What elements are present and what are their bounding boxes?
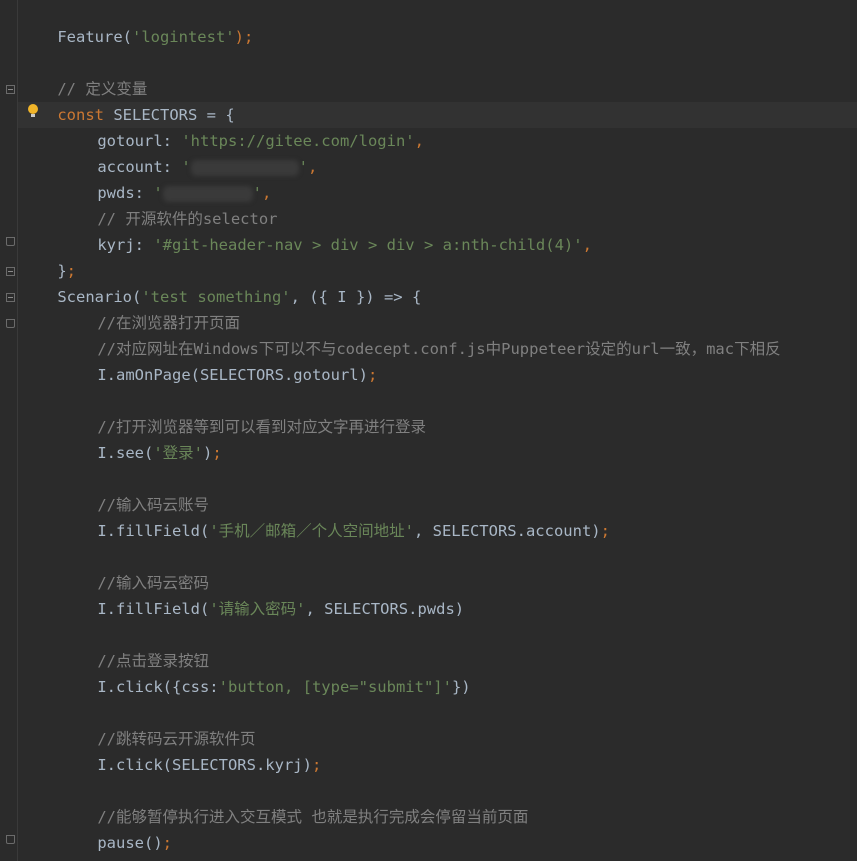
- code-line[interactable]: I.fillField('手机／邮箱／个人空间地址', SELECTORS.ac…: [20, 492, 610, 540]
- code-line[interactable]: //跳转码云开源软件页: [20, 700, 255, 748]
- code-token: ;: [311, 756, 322, 774]
- code-line[interactable]: pwds: ' ',: [20, 154, 271, 202]
- code-line[interactable]: pause();: [20, 804, 172, 852]
- code-token: ): [203, 444, 213, 462]
- code-line[interactable]: //能够暂停执行进入交互模式 也就是执行完成会停留当前页面: [20, 778, 528, 826]
- code-token: I.click(SELECTORS.kyrj): [97, 756, 312, 774]
- string-token: ': [298, 158, 309, 176]
- code-line[interactable]: //打开浏览器等到可以看到对应文字再进行登录: [20, 388, 426, 436]
- code-line[interactable]: account: ' ',: [20, 128, 317, 176]
- string-token: '请输入密码': [209, 600, 306, 618]
- code-editor[interactable]: Feature('logintest'); // 定义变量 const SELE…: [0, 0, 857, 861]
- code-line[interactable]: I.click(SELECTORS.kyrj);: [20, 726, 321, 774]
- code-token: ,: [414, 132, 424, 150]
- string-token: '手机／邮箱／个人空间地址': [209, 522, 414, 540]
- code-token: ;: [212, 444, 222, 462]
- code-line[interactable]: Feature('logintest');: [20, 0, 253, 46]
- code-line[interactable]: Scenario('test something', ({ I }) => {: [20, 258, 421, 306]
- code-token: I.see(: [97, 444, 154, 462]
- code-token: , SELECTORS.account): [413, 522, 601, 540]
- code-line[interactable]: kyrj: '#git-header-nav > div > div > a:n…: [20, 206, 592, 254]
- gutter-divider: [17, 0, 18, 861]
- code-line[interactable]: // 开源软件的selector: [20, 180, 277, 228]
- code-token: ,: [308, 158, 318, 176]
- code-line[interactable]: I.see('登录');: [20, 414, 221, 462]
- code-token: ;: [162, 834, 172, 852]
- code-line[interactable]: };: [20, 232, 76, 280]
- code-line[interactable]: //对应网址在Windows下可以不与codecept.conf.js中Pupp…: [20, 310, 780, 358]
- code-line[interactable]: });: [20, 830, 85, 861]
- fold-end-icon[interactable]: [6, 237, 15, 246]
- fold-end-icon[interactable]: [6, 835, 15, 844]
- string-token: '#git-header-nav > div > div > a:nth-chi…: [153, 236, 583, 254]
- string-token: 'logintest': [131, 28, 235, 46]
- code-line[interactable]: I.fillField('请输入密码', SELECTORS.pwds): [20, 570, 464, 618]
- fold-end-icon[interactable]: [6, 319, 15, 328]
- code-line[interactable]: //在浏览器打开页面: [20, 284, 240, 332]
- gutter[interactable]: [0, 0, 18, 861]
- code-token: ,: [582, 236, 592, 254]
- fold-icon[interactable]: [6, 293, 15, 302]
- code-token: , SELECTORS.pwds): [305, 600, 465, 618]
- fold-icon[interactable]: [6, 85, 15, 94]
- code-token: }): [451, 678, 471, 696]
- code-token: ;: [600, 522, 610, 540]
- property-token: kyrj:: [97, 236, 154, 254]
- code-token: I.fillField(: [97, 600, 210, 618]
- code-line[interactable]: I.click({css:'button, [type="submit"]'}): [20, 648, 470, 696]
- code-token: Feature(: [57, 28, 132, 46]
- code-token: I.click({css:: [97, 678, 219, 696]
- code-token: I.fillField(: [97, 522, 210, 540]
- string-token: 'button, [type="submit"]': [218, 678, 452, 696]
- code-token: ;: [367, 366, 378, 384]
- code-line[interactable]: const SELECTORS = {: [20, 76, 234, 124]
- code-token: pause(): [97, 834, 163, 852]
- code-token: I.amOnPage(SELECTORS.gotourl): [97, 366, 368, 384]
- code-line[interactable]: //点击登录按钮: [20, 622, 209, 670]
- code-line[interactable]: gotourl: 'https://gitee.com/login',: [20, 102, 424, 150]
- fold-icon[interactable]: [6, 267, 15, 276]
- code-line[interactable]: // 定义变量: [20, 50, 147, 98]
- code-token: , ({ I }) => {: [290, 288, 422, 306]
- code-line[interactable]: I.amOnPage(SELECTORS.gotourl);: [20, 336, 377, 384]
- code-line[interactable]: //输入码云账号: [20, 466, 209, 514]
- code-line[interactable]: //输入码云密码: [20, 544, 209, 592]
- code-token: );: [234, 28, 254, 46]
- string-token: '登录': [153, 444, 203, 462]
